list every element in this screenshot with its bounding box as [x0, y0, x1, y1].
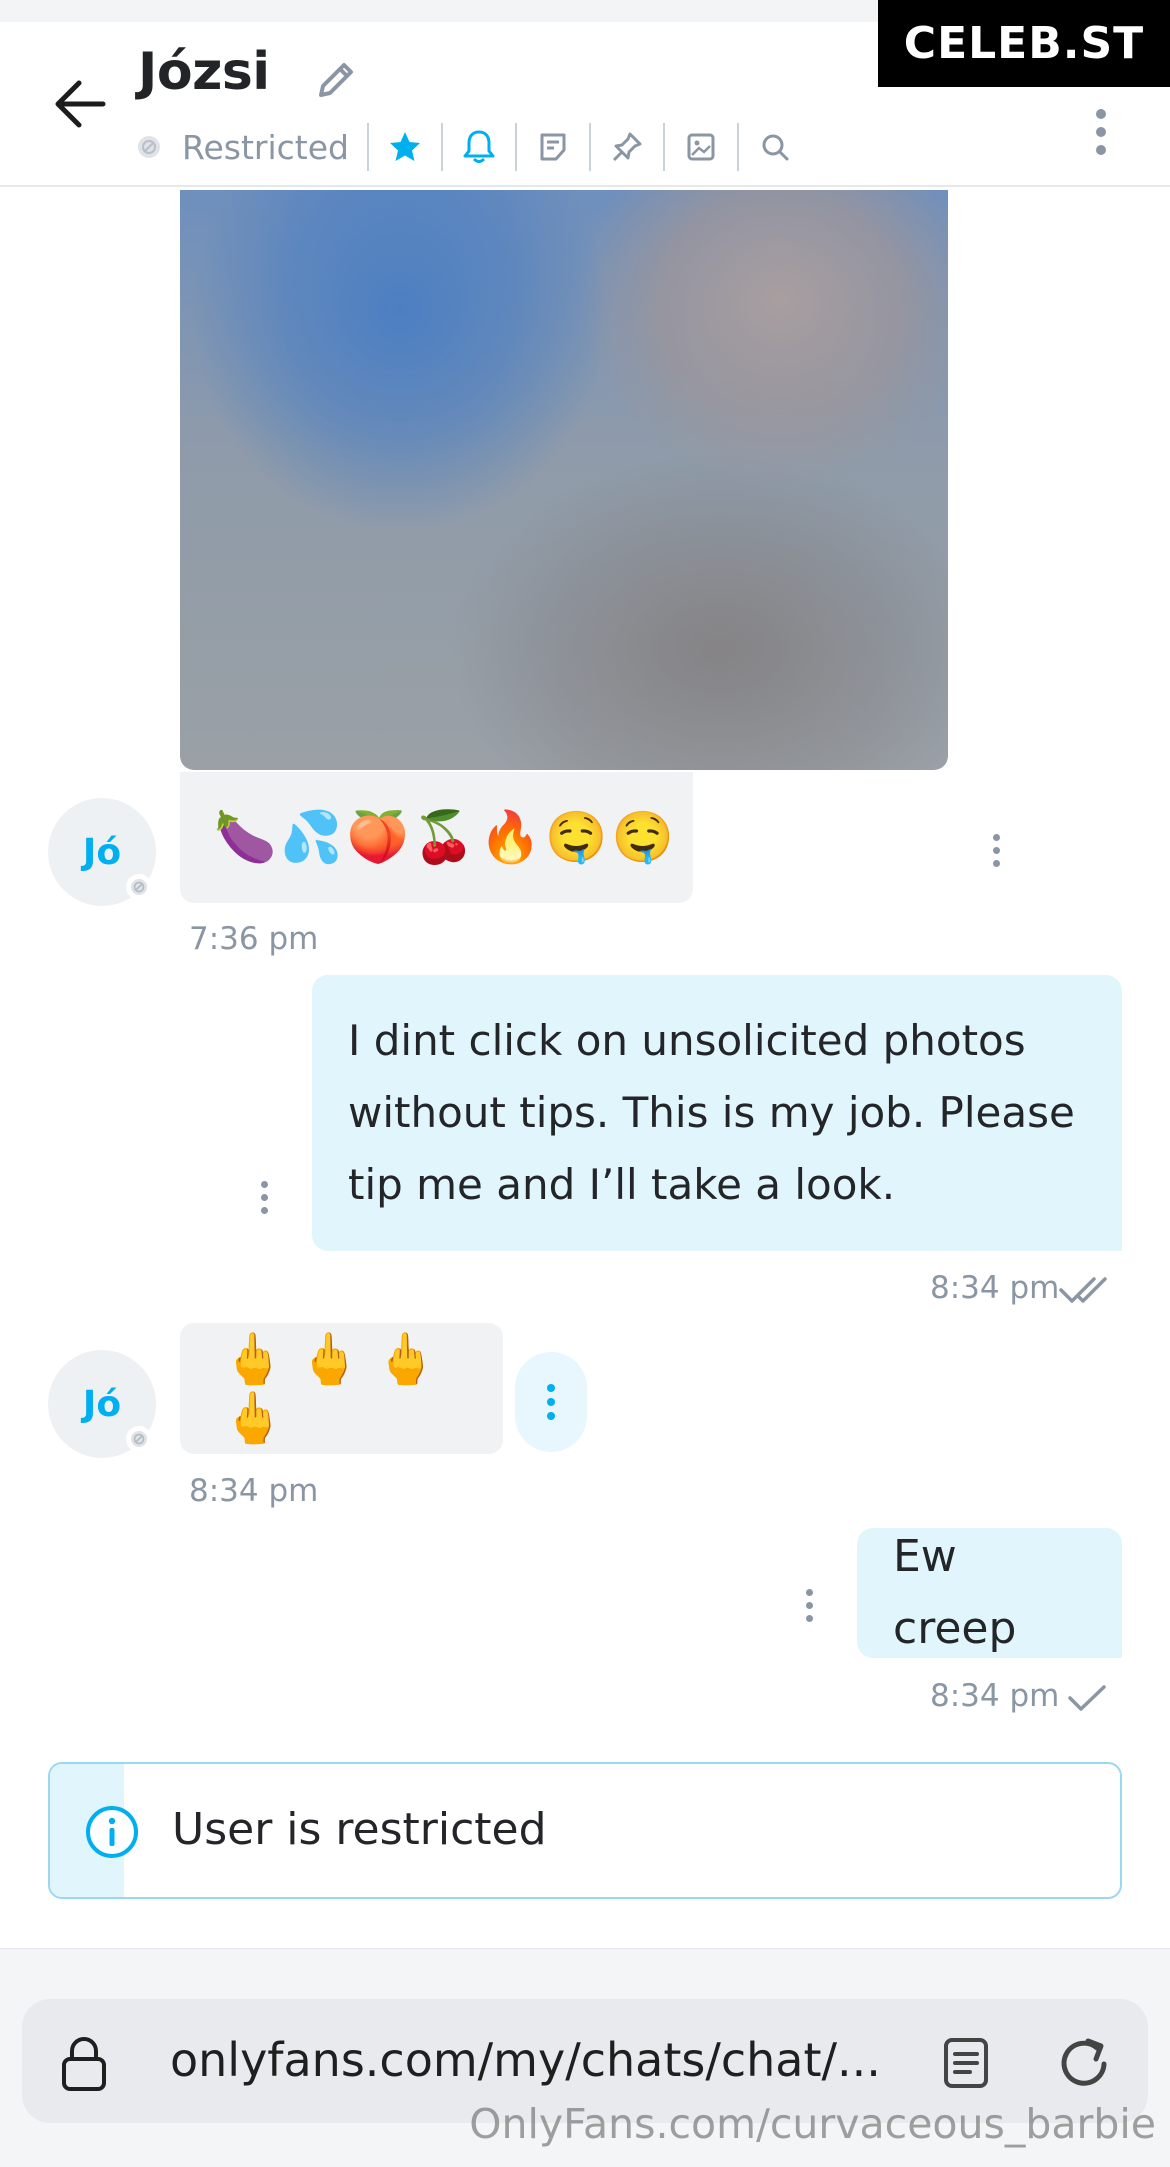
- reader-mode-icon[interactable]: [938, 2035, 994, 2091]
- avatar-initials: Jó: [82, 831, 122, 873]
- gallery-icon[interactable]: [683, 129, 719, 165]
- divider: [440, 123, 443, 171]
- divider: [366, 123, 369, 171]
- divider: [736, 123, 739, 171]
- lock-icon[interactable]: [56, 2033, 112, 2093]
- restricted-badge-icon: [126, 1426, 152, 1452]
- message-text: Ew creep: [893, 1531, 1017, 1654]
- back-button[interactable]: [48, 72, 112, 136]
- more-options-button[interactable]: [1078, 92, 1124, 172]
- notice-text: User is restricted: [172, 1804, 547, 1855]
- status-label: Restricted: [182, 127, 349, 167]
- message-options-button[interactable]: [515, 1352, 587, 1452]
- divider: [514, 123, 517, 171]
- watermark-logo: CELEB.ST: [878, 0, 1170, 87]
- restricted-badge-icon: [126, 874, 152, 900]
- message-text: 🖕🖕🖕🖕: [222, 1329, 451, 1447]
- star-icon[interactable]: [387, 129, 423, 165]
- message-options-button[interactable]: [976, 820, 1016, 880]
- note-icon[interactable]: [535, 129, 571, 165]
- divider: [588, 123, 591, 171]
- message-bubble-incoming[interactable]: 🖕🖕🖕🖕: [180, 1323, 503, 1454]
- reload-icon[interactable]: [1054, 2033, 1116, 2095]
- url-text[interactable]: onlyfans.com/my/chats/chat/...: [170, 2033, 881, 2087]
- message-text: 🍆💦🍑🍒🔥🤤🤤: [214, 808, 678, 866]
- chat-title: Józsi: [138, 42, 270, 102]
- avatar[interactable]: Jó: [48, 798, 156, 906]
- watermark-text: OnlyFans.com/curvaceous_barbie: [469, 2100, 1156, 2148]
- search-icon[interactable]: [757, 129, 793, 165]
- message-time: 8:34 pm: [930, 1678, 1060, 1714]
- message-bubble-outgoing[interactable]: Ew creep: [857, 1528, 1122, 1658]
- pencil-icon: [319, 63, 353, 97]
- message-time: 8:34 pm: [930, 1270, 1060, 1306]
- message-line: I dint click on unsolicited photos: [348, 1016, 1026, 1065]
- message-line: without tips. This is my job. Please: [348, 1088, 1075, 1137]
- message-bubble-incoming[interactable]: 🍆💦🍑🍒🔥🤤🤤: [180, 772, 693, 903]
- message-photo[interactable]: [180, 190, 948, 770]
- double-check-icon: [1059, 1277, 1107, 1303]
- info-icon: [86, 1806, 138, 1858]
- check-icon: [1068, 1685, 1106, 1711]
- chat-toolbar: Restricted: [134, 120, 793, 174]
- message-options-button[interactable]: [244, 1167, 284, 1227]
- bell-icon[interactable]: [461, 129, 497, 165]
- message-options-button[interactable]: [789, 1575, 829, 1635]
- message-line: tip me and I’ll take a look.: [348, 1160, 896, 1209]
- pin-icon[interactable]: [609, 129, 645, 165]
- restricted-status-icon: [134, 132, 164, 162]
- restricted-notice: User is restricted: [48, 1762, 1122, 1899]
- arrow-left-icon: [55, 80, 106, 128]
- message-time: 8:34 pm: [189, 1473, 319, 1509]
- message-bubble-outgoing[interactable]: I dint click on unsolicited photos witho…: [312, 975, 1122, 1251]
- avatar[interactable]: Jó: [48, 1350, 156, 1458]
- message-time: 7:36 pm: [189, 921, 319, 957]
- divider: [662, 123, 665, 171]
- edit-name-button[interactable]: [306, 50, 366, 110]
- avatar-initials: Jó: [82, 1383, 122, 1425]
